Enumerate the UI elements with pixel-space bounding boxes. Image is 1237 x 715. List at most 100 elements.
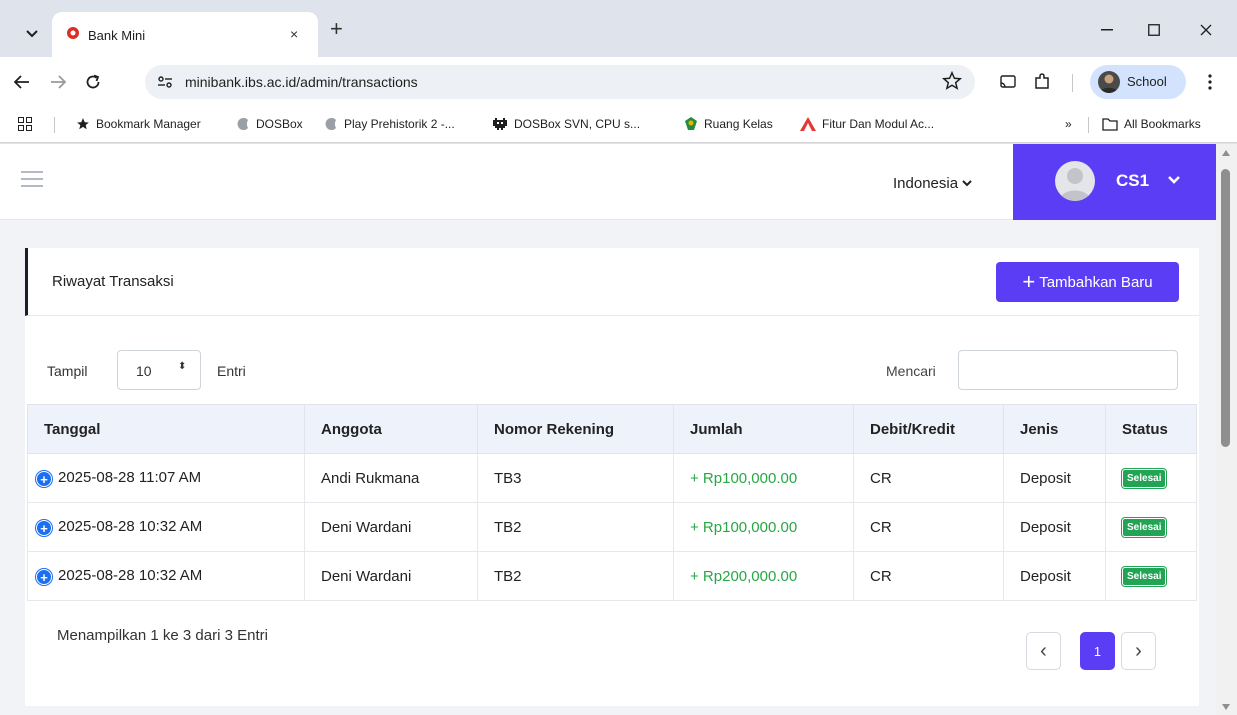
bookmarks-divider (1088, 117, 1089, 133)
expand-row-icon[interactable]: + (36, 471, 52, 487)
close-icon (1200, 24, 1212, 36)
page-title: Riwayat Transaksi (52, 273, 174, 290)
debit-credit-cell: CR (853, 453, 1004, 503)
account-cell: TB3 (477, 453, 674, 503)
pagination-next-button[interactable]: › (1121, 632, 1156, 670)
type-cell: Deposit (1003, 453, 1106, 503)
column-header-amount[interactable]: Jumlah (673, 404, 854, 454)
more-vertical-icon (1208, 74, 1212, 90)
all-bookmarks-button[interactable]: All Bookmarks (1102, 117, 1201, 131)
minimize-button[interactable] (1095, 18, 1119, 42)
table-row: +2025-08-28 10:32 AM Deni Wardani TB2 + … (27, 551, 1197, 601)
type-cell: Deposit (1003, 502, 1106, 552)
forward-button[interactable] (46, 70, 70, 94)
close-window-button[interactable] (1194, 18, 1218, 42)
maximize-icon (1148, 24, 1160, 36)
bookmark-star-icon[interactable] (941, 70, 963, 92)
column-header-account[interactable]: Nomor Rekening (477, 404, 674, 454)
address-bar[interactable]: minibank.ibs.ac.id/admin/transactions (145, 65, 975, 99)
bookmarks-bar: Bookmark Manager DOSBox Play Prehistorik… (0, 107, 1237, 143)
date-text: 2025-08-28 10:32 AM (58, 567, 203, 584)
classroom-icon (684, 117, 698, 131)
table-header-row: Tanggal Anggota Nomor Rekening Jumlah De… (27, 404, 1197, 454)
bookmark-item[interactable]: Ruang Kelas (684, 117, 773, 131)
star-icon (76, 117, 90, 131)
back-button[interactable] (10, 70, 34, 94)
chevron-down-icon (26, 30, 38, 38)
date-cell: +2025-08-28 10:32 AM (27, 502, 305, 552)
bookmark-item[interactable]: DOSBox (236, 117, 303, 131)
bookmark-item[interactable]: DOSBox SVN, CPU s... (492, 117, 640, 131)
moon-icon (324, 117, 338, 131)
amount-cell: + Rp100,000.00 (673, 453, 854, 503)
column-header-status[interactable]: Status (1105, 404, 1197, 454)
chevron-left-icon: ‹ (1040, 639, 1047, 662)
user-name: CS1 (1116, 171, 1150, 190)
scrollbar-thumb[interactable] (1221, 169, 1230, 447)
column-header-debit-credit[interactable]: Debit/Kredit (853, 404, 1004, 454)
search-input[interactable] (958, 350, 1178, 390)
user-menu[interactable]: CS1 (1013, 144, 1216, 220)
menu-toggle-icon[interactable] (21, 171, 43, 187)
status-cell: Selesai (1105, 502, 1197, 552)
account-cell: TB2 (477, 502, 674, 552)
arrow-left-icon (14, 75, 29, 89)
expand-row-icon[interactable]: + (36, 569, 52, 585)
logo-icon (800, 117, 816, 131)
browser-menu-button[interactable] (1198, 70, 1222, 94)
browser-tab-strip: Bank Mini × + (0, 0, 1237, 57)
date-text: 2025-08-28 10:32 AM (58, 518, 203, 535)
bookmarks-divider (54, 117, 55, 133)
status-badge: Selesai (1122, 518, 1167, 537)
site-info-button[interactable] (153, 70, 177, 94)
new-tab-button[interactable]: + (330, 18, 343, 40)
maximize-button[interactable] (1142, 18, 1166, 42)
minimize-icon (1101, 29, 1113, 31)
show-label: Tampil (47, 363, 88, 379)
tab-title: Bank Mini (88, 28, 146, 43)
amount-cell: + Rp100,000.00 (673, 502, 854, 552)
chevron-down-icon (962, 180, 972, 187)
apps-grid-icon (18, 117, 32, 131)
scroll-up-icon[interactable] (1222, 150, 1230, 156)
reload-button[interactable] (81, 70, 105, 94)
search-label: Mencari (886, 363, 936, 379)
page-size-select[interactable]: 10 ⬍ (117, 350, 201, 390)
add-new-button[interactable]: + Tambahkan Baru (996, 262, 1179, 302)
expand-row-icon[interactable]: + (36, 520, 52, 536)
pagination-page-1[interactable]: 1 (1080, 632, 1115, 670)
moon-icon (236, 117, 250, 131)
column-header-type[interactable]: Jenis (1003, 404, 1106, 454)
bookmark-label: DOSBox SVN, CPU s... (514, 117, 641, 131)
transactions-table: Tanggal Anggota Nomor Rekening Jumlah De… (27, 404, 1197, 601)
apps-button[interactable] (18, 117, 32, 131)
bookmark-label: Bookmark Manager (96, 117, 201, 131)
language-selector[interactable]: Indonesia (893, 175, 972, 192)
browser-tab-active[interactable]: Bank Mini × (52, 12, 318, 57)
bookmark-item[interactable]: Fitur Dan Modul Ac... (800, 117, 934, 131)
status-cell: Selesai (1105, 453, 1197, 503)
page-scrollbar[interactable] (1216, 144, 1237, 715)
bookmark-item[interactable]: Bookmark Manager (76, 117, 201, 131)
debit-credit-cell: CR (853, 551, 1004, 601)
folder-icon (1102, 117, 1118, 131)
extensions-icon[interactable] (1030, 70, 1054, 94)
column-header-member[interactable]: Anggota (304, 404, 478, 454)
tune-icon (158, 76, 172, 88)
card-header: Riwayat Transaksi + Tambahkan Baru (25, 248, 1199, 316)
tab-search-button[interactable] (20, 22, 44, 46)
profile-button[interactable]: School (1090, 65, 1186, 99)
date-cell: +2025-08-28 11:07 AM (27, 453, 305, 503)
scroll-down-icon[interactable] (1222, 704, 1230, 710)
browser-toolbar: minibank.ibs.ac.id/admin/transactions Sc… (0, 57, 1237, 107)
bookmarks-overflow-button[interactable]: » (1065, 117, 1072, 131)
tab-close-icon[interactable]: × (290, 26, 298, 42)
table-row: +2025-08-28 11:07 AM Andi Rukmana TB3 + … (27, 453, 1197, 503)
cast-icon[interactable] (996, 70, 1020, 94)
url-text[interactable]: minibank.ibs.ac.id/admin/transactions (185, 74, 418, 90)
bookmark-item[interactable]: Play Prehistorik 2 -... (324, 117, 455, 131)
column-header-date[interactable]: Tanggal (27, 404, 305, 454)
date-text: 2025-08-28 11:07 AM (58, 469, 202, 486)
bookmark-label: Play Prehistorik 2 -... (344, 117, 455, 131)
pagination-prev-button[interactable]: ‹ (1026, 632, 1061, 670)
